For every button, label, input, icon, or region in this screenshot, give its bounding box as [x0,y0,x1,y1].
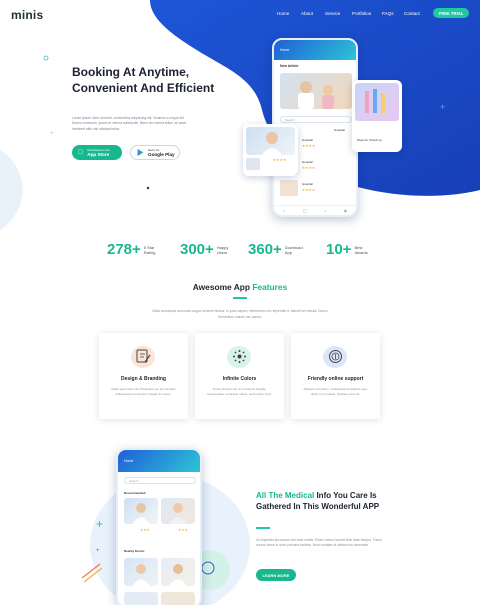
phone-section-title: New Article [280,64,299,68]
nearby-title: Nearby Doctor [124,549,145,553]
stat-label: 5 Star Rating [143,244,156,255]
recommended-title: Recommended [124,491,146,495]
stat-label: Download App [284,244,303,255]
feature-desc: Morbi eget tellus nisi. Phasellus nec le… [111,387,176,396]
rating-stars-icon: ★★★ [140,528,151,532]
features-description: Nulla consequat commodo augue sit amet f… [152,309,328,319]
home-icon[interactable]: ⌂ [283,208,285,213]
stat-awards: 10+ Best Awards [326,241,376,258]
stat-value: 10+ [326,241,352,258]
stat-value: 278+ [107,241,141,258]
doctor-thumb[interactable] [124,558,158,586]
google-play-button[interactable]: Get it on Google Play [130,145,180,160]
phone-header-label: Home [280,48,290,52]
list-item-name: Hospital [302,160,313,164]
checkup-label: Days for Check up [357,138,382,142]
feature-title: Infinite Colors [222,376,257,382]
medical-title-highlight: All The Medical [256,491,315,500]
feature-desc: Aliquam eros libero, malesuada at dapibu… [303,387,368,396]
svg-text:+: + [96,517,103,531]
doctor-thumb[interactable] [124,498,158,524]
feature-title: Friendly online support [307,376,364,382]
learn-more-button[interactable]: LEARN MORE [256,569,296,581]
feature-card-colors: Infinite Colors Fusce pretium nisi ut mi… [195,333,284,419]
phone-search-input[interactable]: Search [280,116,352,123]
support-icon [329,350,342,363]
features-title-highlight: Features [252,282,288,292]
list-item-name: Hospital [302,138,313,142]
nav-portfolios[interactable]: Portfolios [352,11,371,16]
design-icon [136,349,151,363]
nav-home[interactable]: Home [277,11,289,16]
google-play-label: Google Play [148,151,175,157]
feature-title: Design & Branding [120,376,166,382]
medical-phone-mockup: Home Search Recommended ★★★ ★★★ Nearby D… [116,448,202,605]
list-item-name: Hospital [302,182,313,186]
nav-contact[interactable]: Contact [404,11,420,16]
stat-value: 360+ [248,241,282,258]
feature-card-design: Design & Branding Morbi eget tellus nisi… [99,333,188,419]
features-title-plain: Awesome App [192,282,253,292]
list-item[interactable]: Hospital ★★★★ [280,180,354,198]
medical-phone-header: Home [124,459,134,463]
checkup-card: Days for Check up [352,80,402,152]
medical-underline [256,527,270,529]
free-trial-button[interactable]: FREE TRIAL [433,8,469,18]
medical-description: Ut imperdiet accumsan nisi vitae mattis.… [256,538,382,548]
calendar-icon[interactable]: ▢ [303,208,307,213]
app-store-label: App Store [82,151,109,157]
hero-description: Lorem ipsum dolor sit amet, consectetur … [72,116,187,131]
svg-text:+: + [50,131,54,137]
hero-title: Booking At Anytime, Convenient And Effic… [72,65,215,95]
stat-users: 300+ Happy Users [180,241,239,258]
palette-icon [233,350,246,363]
logo[interactable]: minis [11,8,43,22]
stat-rating: 278+ 5 Star Rating [107,241,166,258]
rating-stars-icon: ★★★★ [302,188,316,192]
feature-card-support: Friendly online support Aliquam eros lib… [291,333,380,419]
user-icon[interactable]: ◉ [344,208,348,213]
article-image [280,73,352,109]
nav-faqs[interactable]: FAQs [382,11,394,16]
rating-stars-icon: ★★★★ [273,158,287,162]
stat-label: Best Awards [354,244,368,255]
play-icon [137,149,144,156]
phone-tabbar: ⌂ ▢ • ◉ [274,205,356,215]
top-navbar: minis Home About Service Portfolios FAQs… [0,8,480,24]
nav-about[interactable]: About [301,11,313,16]
stat-value: 300+ [180,241,214,258]
apple-icon:  [78,149,83,156]
medical-title: All The Medical Info You Care Is Gathere… [256,490,386,512]
app-store-button[interactable]:  Download on theApp Store [72,145,122,160]
svg-text:+: + [440,102,445,112]
dot-icon[interactable]: • [325,208,326,213]
stat-downloads: 360+ Download App [248,241,307,258]
rating-stars-icon: ★★★★ [302,166,316,170]
rating-stars-icon: ★★★★ [302,144,316,148]
medical-search-placeholder: Search [129,479,139,483]
hero-background: + + [0,0,480,230]
doctor-thumb[interactable] [161,558,195,586]
medical-phone-search[interactable]: Search [124,477,196,484]
rating-stars-icon: ★★★ [178,528,189,532]
phone-search-placeholder: Search [285,118,295,122]
doctor-card-left: ★★★★ [243,124,298,176]
svg-text:+: + [96,548,100,554]
features-title: Awesome App Features [0,282,480,292]
feature-desc: Fusce pretium nisi ut mi tempus fringill… [206,387,273,396]
nav-service[interactable]: Service [325,11,340,16]
stat-label: Happy Users [216,244,229,255]
phone-list-title: Hospital [334,128,345,132]
title-underline [233,297,247,299]
doctor-thumb[interactable] [161,498,195,524]
